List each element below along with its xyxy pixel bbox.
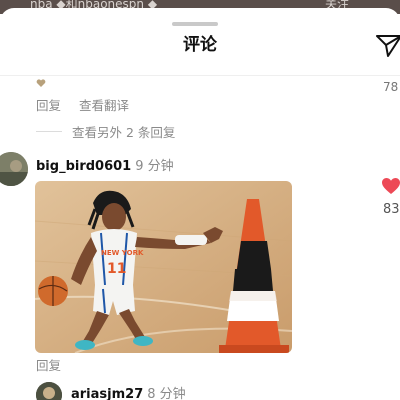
jersey-number: 11: [107, 261, 126, 277]
view-more-replies-label: 查看另外 2 条回复: [72, 125, 176, 140]
previous-reply-button[interactable]: 回复: [36, 98, 61, 113]
translate-button[interactable]: 查看翻译: [79, 98, 129, 113]
comment-username[interactable]: big_bird0601: [36, 159, 131, 174]
comment-like-count: 83: [383, 202, 400, 217]
comment-image[interactable]: NEW YORK 11: [35, 181, 292, 353]
previous-comment-heart-icon[interactable]: [36, 78, 46, 88]
basketball-meme-illustration: NEW YORK 11: [35, 181, 292, 353]
jersey-team-text: NEW YORK: [101, 249, 144, 257]
comment-author[interactable]: big_bird0601 9 分钟: [36, 155, 174, 174]
comments-title: 评论: [183, 35, 217, 55]
send-icon[interactable]: [374, 32, 400, 58]
heart-icon[interactable]: [381, 177, 400, 195]
next-comment-username[interactable]: ariasjm27: [71, 387, 143, 400]
comment-reply-button[interactable]: 回复: [36, 355, 61, 374]
next-comment-author[interactable]: ariasjm27 8 分钟: [71, 383, 186, 400]
comment-time: 9 分钟: [135, 159, 174, 174]
view-more-replies[interactable]: 查看另外 2 条回复: [36, 122, 175, 141]
header-divider: [0, 75, 400, 76]
sheet-grabber[interactable]: [172, 22, 218, 26]
previous-comment-like-count: 78: [383, 80, 399, 94]
replies-divider-line: [36, 131, 62, 132]
next-comment-time: 8 分钟: [147, 387, 186, 400]
previous-comment-actions: 回复 查看翻译: [36, 95, 143, 114]
